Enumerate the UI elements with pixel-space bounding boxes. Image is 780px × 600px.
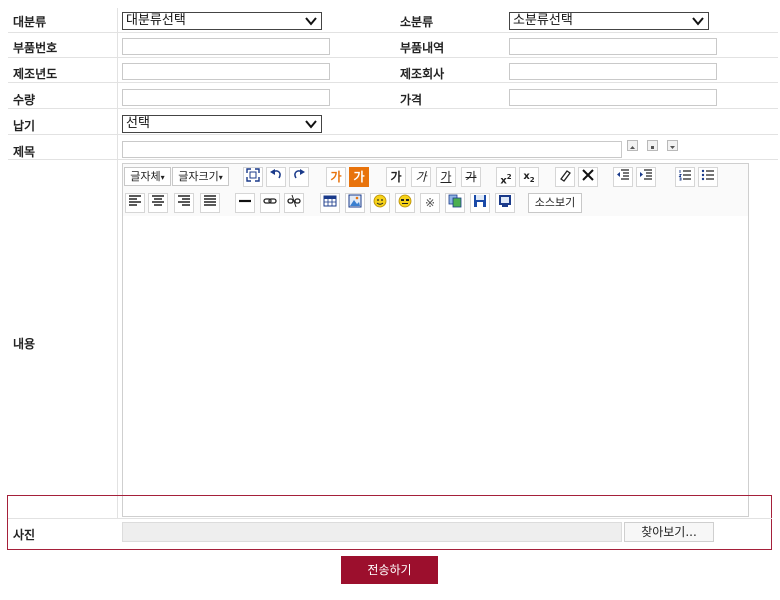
size-up-button[interactable] <box>627 140 638 151</box>
submit-button[interactable]: 전송하기 <box>341 556 438 584</box>
delivery-select[interactable]: 선택 <box>122 115 322 133</box>
underline-icon[interactable]: 가 <box>436 167 456 187</box>
indent-icon[interactable] <box>636 167 656 187</box>
row-divider <box>8 57 778 58</box>
size-reset-button[interactable] <box>647 140 658 151</box>
chevron-down-icon <box>692 17 704 26</box>
italic-icon[interactable]: 가 <box>411 167 431 187</box>
part-detail-input[interactable] <box>509 38 717 55</box>
quantity-input[interactable] <box>122 89 330 106</box>
horizontal-rule-icon[interactable] <box>235 193 255 213</box>
align-center-icon[interactable] <box>148 193 168 213</box>
category-label: 대분류 <box>13 15 47 29</box>
undo-icon[interactable] <box>266 167 286 187</box>
part-detail-label: 부품내역 <box>400 41 445 55</box>
special-char-icon[interactable]: ※ <box>420 193 440 213</box>
font-size-dropdown[interactable]: 글자크기▾ <box>172 167 229 186</box>
emoticon-icon[interactable] <box>370 193 390 213</box>
triangle-down-icon <box>670 146 675 149</box>
ordered-list-icon[interactable] <box>675 167 695 187</box>
year-label: 제조년도 <box>13 67 58 81</box>
maker-label: 제조회사 <box>400 67 445 81</box>
caret-down-icon: ▾ <box>160 173 165 182</box>
subcategory-label: 소분류 <box>400 15 434 29</box>
row-divider <box>8 159 778 160</box>
subcategory-select[interactable]: 소분류선택 <box>509 12 709 30</box>
row-divider <box>8 82 778 83</box>
photo-label: 사진 <box>13 528 36 542</box>
delete-icon[interactable] <box>578 167 598 187</box>
title-label: 제목 <box>13 145 36 159</box>
align-right-icon[interactable] <box>174 193 194 213</box>
browse-button[interactable]: 찾아보기... <box>624 522 714 542</box>
label-column-divider <box>117 8 118 518</box>
image-icon[interactable] <box>345 193 365 213</box>
part-number-label: 부품번호 <box>13 41 58 55</box>
quantity-label: 수량 <box>13 93 36 107</box>
unordered-list-icon[interactable] <box>698 167 718 187</box>
emoji-icon[interactable] <box>395 193 415 213</box>
chevron-down-icon <box>305 120 317 129</box>
size-down-button[interactable] <box>667 140 678 151</box>
year-input[interactable] <box>122 63 330 80</box>
eraser-icon[interactable] <box>555 167 575 187</box>
superscript-icon[interactable]: x2 <box>496 167 516 187</box>
text-color-icon[interactable]: 가 <box>326 167 346 187</box>
link-icon[interactable] <box>260 193 280 213</box>
fullscreen-icon[interactable] <box>243 167 263 187</box>
content-label: 내용 <box>13 337 36 351</box>
price-input[interactable] <box>509 89 717 106</box>
photo-file-input[interactable] <box>122 522 622 542</box>
category-select[interactable]: 대분류선택 <box>122 12 322 30</box>
redo-icon[interactable] <box>289 167 309 187</box>
save-icon[interactable] <box>470 193 490 213</box>
category-select-value: 대분류선택 <box>126 13 186 28</box>
row-divider <box>8 518 772 519</box>
part-number-input[interactable] <box>122 38 330 55</box>
bold-icon[interactable]: 가 <box>386 167 406 187</box>
table-icon[interactable] <box>320 193 340 213</box>
align-left-icon[interactable] <box>125 193 145 213</box>
strike-icon[interactable]: 가 <box>461 167 481 187</box>
unlink-icon[interactable] <box>284 193 304 213</box>
editor-content-area[interactable] <box>123 216 748 516</box>
maker-input[interactable] <box>509 63 717 80</box>
subscript-icon[interactable]: x2 <box>519 167 539 187</box>
title-input[interactable] <box>122 141 622 158</box>
view-source-button[interactable]: 소스보기 <box>528 193 582 213</box>
price-label: 가격 <box>400 93 423 107</box>
triangle-up-icon <box>630 146 635 149</box>
align-justify-icon[interactable] <box>200 193 220 213</box>
copy-icon[interactable] <box>445 193 465 213</box>
row-divider <box>8 32 778 33</box>
font-size-label: 글자크기 <box>178 170 219 183</box>
font-family-label: 글자체 <box>130 170 161 183</box>
subcategory-select-value: 소분류선택 <box>513 13 573 28</box>
outdent-icon[interactable] <box>613 167 633 187</box>
font-family-dropdown[interactable]: 글자체▾ <box>124 167 171 186</box>
row-divider <box>8 108 778 109</box>
preview-icon[interactable] <box>495 193 515 213</box>
bg-color-icon[interactable]: 가 <box>349 167 369 187</box>
delivery-label: 납기 <box>13 119 36 133</box>
caret-down-icon: ▾ <box>218 173 223 182</box>
square-icon <box>651 146 654 149</box>
row-divider <box>8 134 778 135</box>
chevron-down-icon <box>305 17 317 26</box>
delivery-select-value: 선택 <box>126 116 150 131</box>
